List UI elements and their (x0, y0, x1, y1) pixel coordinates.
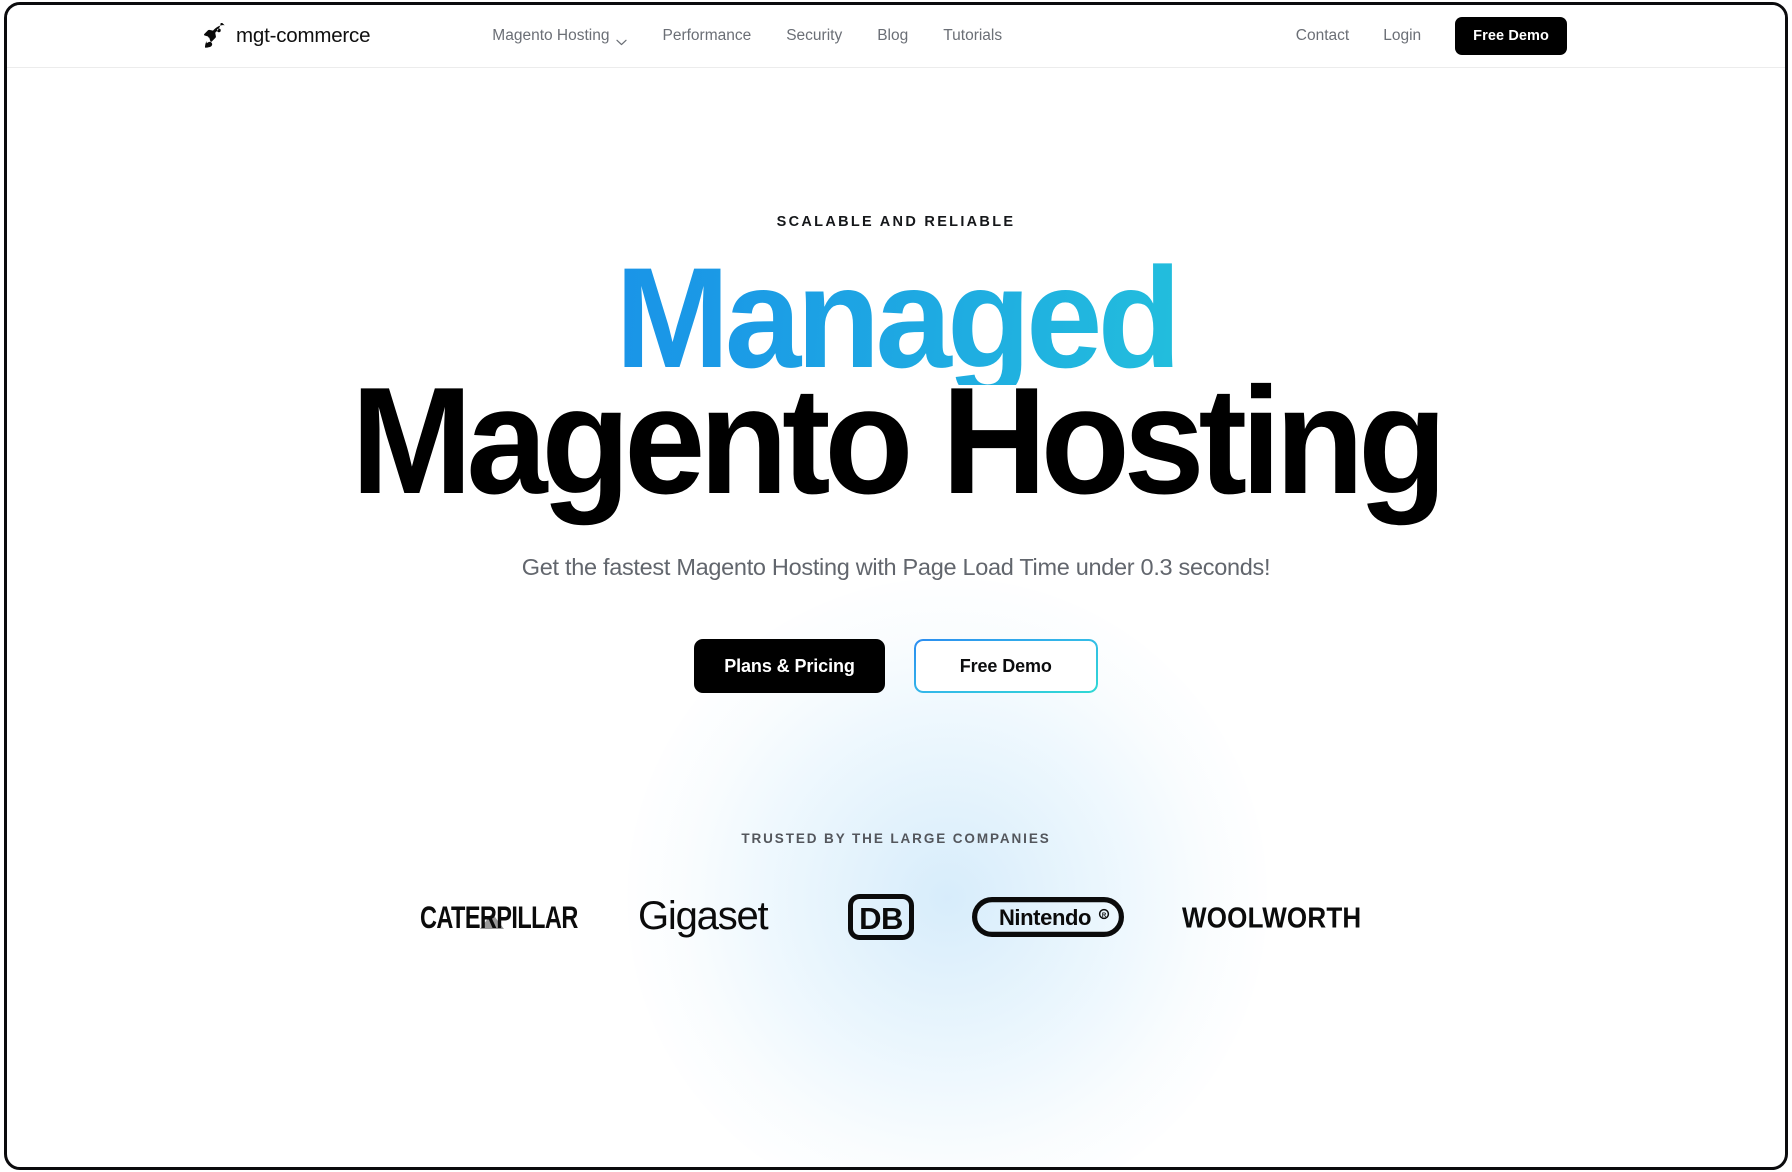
nav-item-tutorials[interactable]: Tutorials (943, 28, 1002, 44)
header-actions: Contact Login Free Demo (1296, 17, 1567, 55)
browser-window-frame: mgt-commerce Magento Hosting Performance… (4, 2, 1788, 1170)
nav-item-label: Security (786, 27, 843, 45)
page-title: Managed Magento Hosting (7, 247, 1785, 526)
svg-text:CATERPILLAR: CATERPILLAR (420, 902, 578, 932)
rocket-icon (201, 21, 227, 49)
nav-item-label: Login (1383, 27, 1422, 45)
hero-cta-row: Plans & Pricing Free Demo (7, 639, 1785, 694)
hero-eyebrow: SCALABLE AND RELIABLE (776, 214, 1016, 230)
brand-name: mgt-commerce (236, 24, 371, 47)
main-navigation: Magento Hosting Performance Security Blo… (492, 27, 1002, 45)
plans-and-pricing-button[interactable]: Plans & Pricing (694, 639, 885, 694)
site-header: mgt-commerce Magento Hosting Performance… (7, 5, 1785, 68)
svg-text:WOOLWORTH: WOOLWORTH (1182, 902, 1361, 932)
nav-item-security[interactable]: Security (786, 28, 842, 44)
nav-item-magento-hosting[interactable]: Magento Hosting (492, 27, 628, 45)
nav-item-contact[interactable]: Contact (1296, 28, 1349, 44)
nav-item-performance[interactable]: Performance (662, 28, 751, 44)
svg-text:R: R (1102, 913, 1107, 919)
hero-section: SCALABLE AND RELIABLE Managed Magento Ho… (7, 68, 1785, 1167)
brand-logo[interactable]: mgt-commerce (201, 21, 371, 49)
trusted-logos-row: CATERPILLAR Gigaset DB Nintendo R WOOLWO… (7, 894, 1785, 941)
nav-item-label: Tutorials (943, 27, 1003, 45)
logo-caterpillar: CATERPILLAR (420, 902, 580, 932)
svg-text:DB: DB (859, 901, 903, 936)
svg-text:Nintendo: Nintendo (999, 905, 1091, 930)
nav-item-label: Blog (877, 27, 909, 45)
nav-item-label: Performance (662, 27, 752, 45)
free-demo-button[interactable]: Free Demo (913, 639, 1098, 694)
logo-gigaset: Gigaset (638, 895, 790, 939)
logo-db: DB (848, 894, 914, 941)
svg-text:Gigaset: Gigaset (638, 895, 769, 938)
header-free-demo-button[interactable]: Free Demo (1455, 17, 1567, 55)
hero-subtitle: Get the fastest Magento Hosting with Pag… (521, 554, 1271, 581)
headline-main-text: Magento Hosting (351, 355, 1447, 526)
nav-item-label: Contact (1295, 27, 1350, 45)
logo-woolworth: WOOLWORTH (1182, 902, 1372, 932)
nav-item-login[interactable]: Login (1383, 28, 1421, 44)
nav-item-label: Magento Hosting (492, 27, 610, 45)
trusted-by-label: TRUSTED BY THE LARGE COMPANIES (741, 831, 1051, 847)
chevron-down-icon (616, 34, 628, 45)
nav-item-blog[interactable]: Blog (877, 28, 908, 44)
logo-nintendo: Nintendo R (972, 897, 1124, 938)
